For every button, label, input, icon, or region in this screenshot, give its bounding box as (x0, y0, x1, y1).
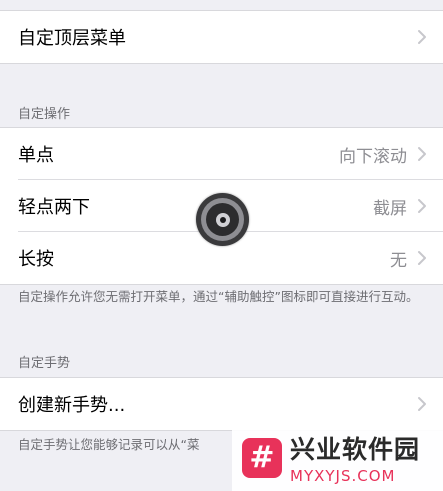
chevron-right-icon (417, 29, 427, 45)
assistive-touch-ring (201, 198, 244, 241)
watermark-text: 兴业软件园 MYXYJS.COM (290, 430, 420, 485)
chevron-right-icon (417, 146, 427, 162)
chevron-right-icon (417, 198, 427, 214)
assistive-touch-ring (206, 203, 239, 236)
row-value: 无 (390, 250, 407, 271)
row-value: 截屏 (373, 198, 407, 219)
watermark-subtitle: MYXYJS.COM (290, 467, 396, 485)
row-label: 长按 (18, 249, 54, 270)
custom-actions-footer: 自定操作允许您无需打开菜单，通过“辅助触控”图标即可直接进行互动。 (18, 289, 419, 304)
row-value: 向下滚动 (339, 146, 407, 167)
watermark-title: 兴业软件园 (290, 435, 421, 464)
section-header-custom-gestures: 自定手势 (18, 356, 71, 371)
row-customize-top-menu[interactable]: 自定顶层菜单 (0, 11, 443, 63)
row-label: 单点 (18, 145, 54, 166)
assistive-touch-dot (219, 216, 226, 223)
row-single-tap[interactable]: 单点 向下滚动 (0, 128, 443, 180)
watermark-logo-icon: # (242, 437, 282, 478)
row-label: 自定顶层菜单 (18, 28, 126, 49)
chevron-right-icon (417, 250, 427, 266)
watermark: # 兴业软件园 MYXYJS.COM (232, 424, 443, 491)
custom-gestures-group: 创建新手势... (0, 377, 443, 431)
assistive-touch-icon[interactable] (196, 193, 249, 246)
section-header-custom-actions: 自定操作 (18, 107, 71, 122)
assistive-touch-ring (215, 212, 230, 227)
top-menu-group: 自定顶层菜单 (0, 10, 443, 64)
chevron-right-icon (417, 396, 427, 412)
row-create-new-gesture[interactable]: 创建新手势... (0, 378, 443, 430)
row-label: 创建新手势... (18, 395, 126, 416)
